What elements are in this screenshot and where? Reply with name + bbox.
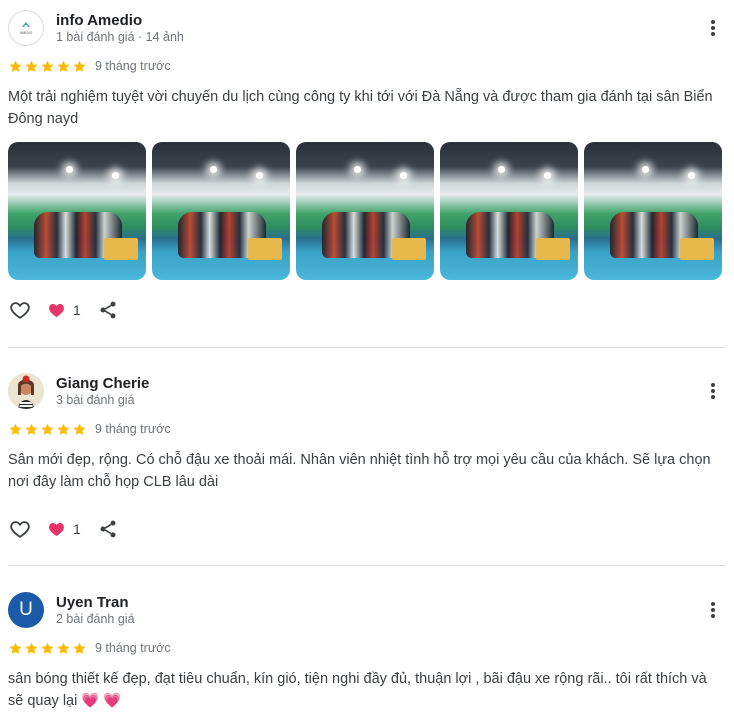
share-button[interactable]: [97, 299, 119, 321]
more-vert-icon[interactable]: [701, 596, 725, 624]
rating-row: 9 tháng trước: [8, 640, 171, 656]
more-vert-icon[interactable]: [701, 14, 725, 42]
star-icon: [73, 60, 86, 72]
review-photo[interactable]: [296, 142, 434, 280]
review-time: 9 tháng trước: [95, 641, 171, 655]
review-actions: 1: [8, 517, 119, 541]
review-actions: 1: [8, 298, 119, 322]
reviewer-name[interactable]: Uyen Tran: [56, 594, 129, 611]
star-icon: [9, 423, 22, 435]
like-count: 1: [73, 521, 81, 537]
rating-row: 9 tháng trước: [8, 421, 171, 437]
star-icon: [25, 60, 38, 72]
avatar-initial: U: [19, 599, 33, 620]
star-icon: [41, 60, 54, 72]
review-time: 9 tháng trước: [95, 422, 171, 436]
reviewer-meta: 3 bài đánh giá: [56, 393, 135, 407]
heart-outline-icon: [10, 302, 30, 319]
star-icon: [57, 642, 70, 654]
review-photo[interactable]: [152, 142, 290, 280]
star-icon: [25, 423, 38, 435]
star-icon: [57, 423, 70, 435]
star-icon: [25, 642, 38, 654]
heart-outline-icon: [10, 521, 30, 538]
review-photos: [8, 142, 722, 280]
share-icon: [100, 301, 116, 319]
reviewer-meta: 2 bài đánh giá: [56, 612, 135, 626]
reviewer-name[interactable]: Giang Cherie: [56, 375, 149, 392]
star-icon: [9, 60, 22, 72]
star-icon: [41, 642, 54, 654]
heart-reaction-badge: [47, 520, 65, 538]
review-text: Một trải nghiệm tuyệt vời chuyến du lịch…: [8, 89, 713, 127]
heart-reaction-icon: [48, 522, 64, 537]
avatar-photo-icon: [8, 373, 44, 409]
share-button[interactable]: [97, 518, 119, 540]
star-icon: [73, 642, 86, 654]
like-button[interactable]: [8, 517, 32, 541]
like-button[interactable]: [8, 298, 32, 322]
star-rating: [8, 59, 87, 74]
rating-row: 9 tháng trước: [8, 58, 171, 74]
avatar[interactable]: [8, 373, 44, 409]
review-photo[interactable]: [8, 142, 146, 280]
star-icon: [73, 423, 86, 435]
share-icon: [100, 520, 116, 538]
like-count: 1: [73, 302, 81, 318]
reviewer-meta: 1 bài đánh giá · 14 ảnh: [56, 30, 184, 44]
star-icon: [57, 60, 70, 72]
reviewer-name[interactable]: info Amedio: [56, 12, 142, 29]
review-photo[interactable]: [440, 142, 578, 280]
avatar[interactable]: U: [8, 592, 44, 628]
review-time: 9 tháng trước: [95, 59, 171, 73]
star-icon: [41, 423, 54, 435]
heart-reaction-badge: [47, 301, 65, 319]
amedio-logo-icon: AMEDIO: [20, 22, 33, 35]
star-rating: [8, 641, 87, 656]
divider: [8, 347, 725, 348]
review-text: Sân mới đẹp, rộng. Có chỗ đậu xe thoải m…: [8, 452, 711, 490]
svg-text:AMEDIO: AMEDIO: [20, 31, 33, 35]
star-icon: [9, 642, 22, 654]
divider: [8, 565, 725, 566]
review-photo[interactable]: [584, 142, 722, 280]
more-vert-icon[interactable]: [701, 377, 725, 405]
heart-reaction-icon: [48, 303, 64, 318]
star-rating: [8, 422, 87, 437]
avatar[interactable]: AMEDIO: [8, 10, 44, 46]
review-text: sân bóng thiết kế đẹp, đạt tiêu chuẩn, k…: [8, 671, 707, 709]
